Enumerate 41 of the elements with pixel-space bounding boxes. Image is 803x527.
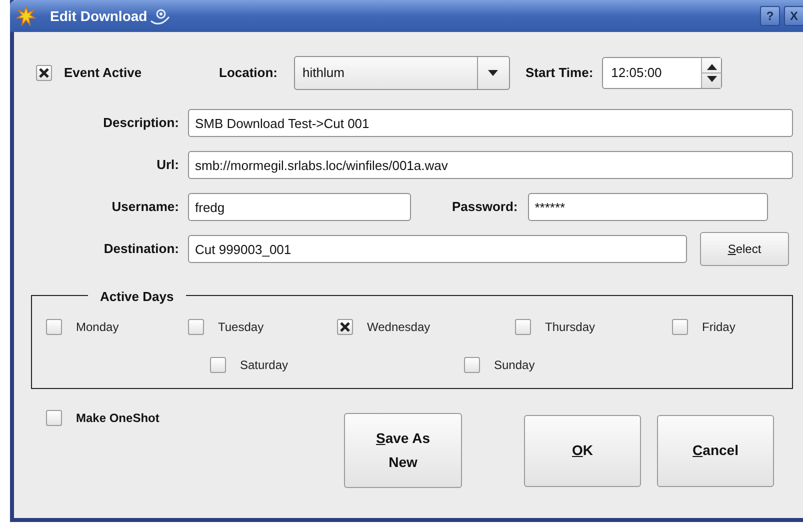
checkbox[interactable]	[188, 319, 204, 335]
field-label: Password:	[452, 198, 518, 216]
checkbox[interactable]	[36, 65, 52, 81]
checkbox-label: Tuesday	[218, 319, 264, 336]
checkbox-label: Wednesday	[367, 319, 430, 336]
close-button[interactable]: X	[784, 6, 803, 26]
location-dropdown[interactable]: hithlum	[294, 56, 510, 90]
field-label: Start Time:	[526, 64, 594, 82]
checkbox-label: Thursday	[545, 319, 596, 336]
select-button[interactable]: Select	[700, 232, 789, 266]
checkbox-label: Sunday	[494, 357, 535, 374]
text-field[interactable]: smb://mormegil.srlabs.loc/winfiles/001a.wav	[188, 151, 793, 179]
help-button[interactable]: ?	[760, 6, 780, 26]
field-label: Description:	[102, 114, 179, 132]
checkbox-label: Friday	[702, 319, 736, 336]
save-as-new-button[interactable]: Save As New	[344, 413, 462, 488]
field-label: Username:	[110, 198, 179, 216]
cancel-button[interactable]: Cancel	[657, 415, 774, 487]
starburst-icon	[16, 6, 36, 26]
window-title: Edit Download	[50, 6, 148, 26]
field-label: Destination:	[102, 240, 179, 258]
time-spinbox[interactable]: 12:05:00	[602, 57, 722, 89]
ok-button[interactable]: OK	[524, 415, 641, 487]
checkbox[interactable]	[464, 357, 480, 373]
checkbox-label: Saturday	[240, 357, 288, 374]
text-field[interactable]: fredg	[188, 193, 411, 221]
checkbox[interactable]	[46, 319, 62, 335]
checkbox-label: Monday	[76, 319, 119, 336]
checkbox[interactable]	[672, 319, 688, 335]
checkbox[interactable]	[46, 410, 62, 426]
checkbox-label: Make OneShot	[76, 410, 160, 427]
field-label: Location:	[219, 64, 278, 82]
text-field[interactable]: SMB Download Test->Cut 001	[188, 109, 793, 137]
text-field[interactable]: ******	[528, 193, 768, 221]
checkbox[interactable]	[210, 357, 226, 373]
caret-icon	[488, 70, 498, 76]
checkbox[interactable]	[337, 319, 353, 335]
field-label: Url:	[156, 156, 179, 174]
checkbox-label: Event Active	[64, 64, 143, 82]
checkbox[interactable]	[515, 319, 531, 335]
text-field[interactable]: Cut 999003_001	[188, 235, 687, 263]
